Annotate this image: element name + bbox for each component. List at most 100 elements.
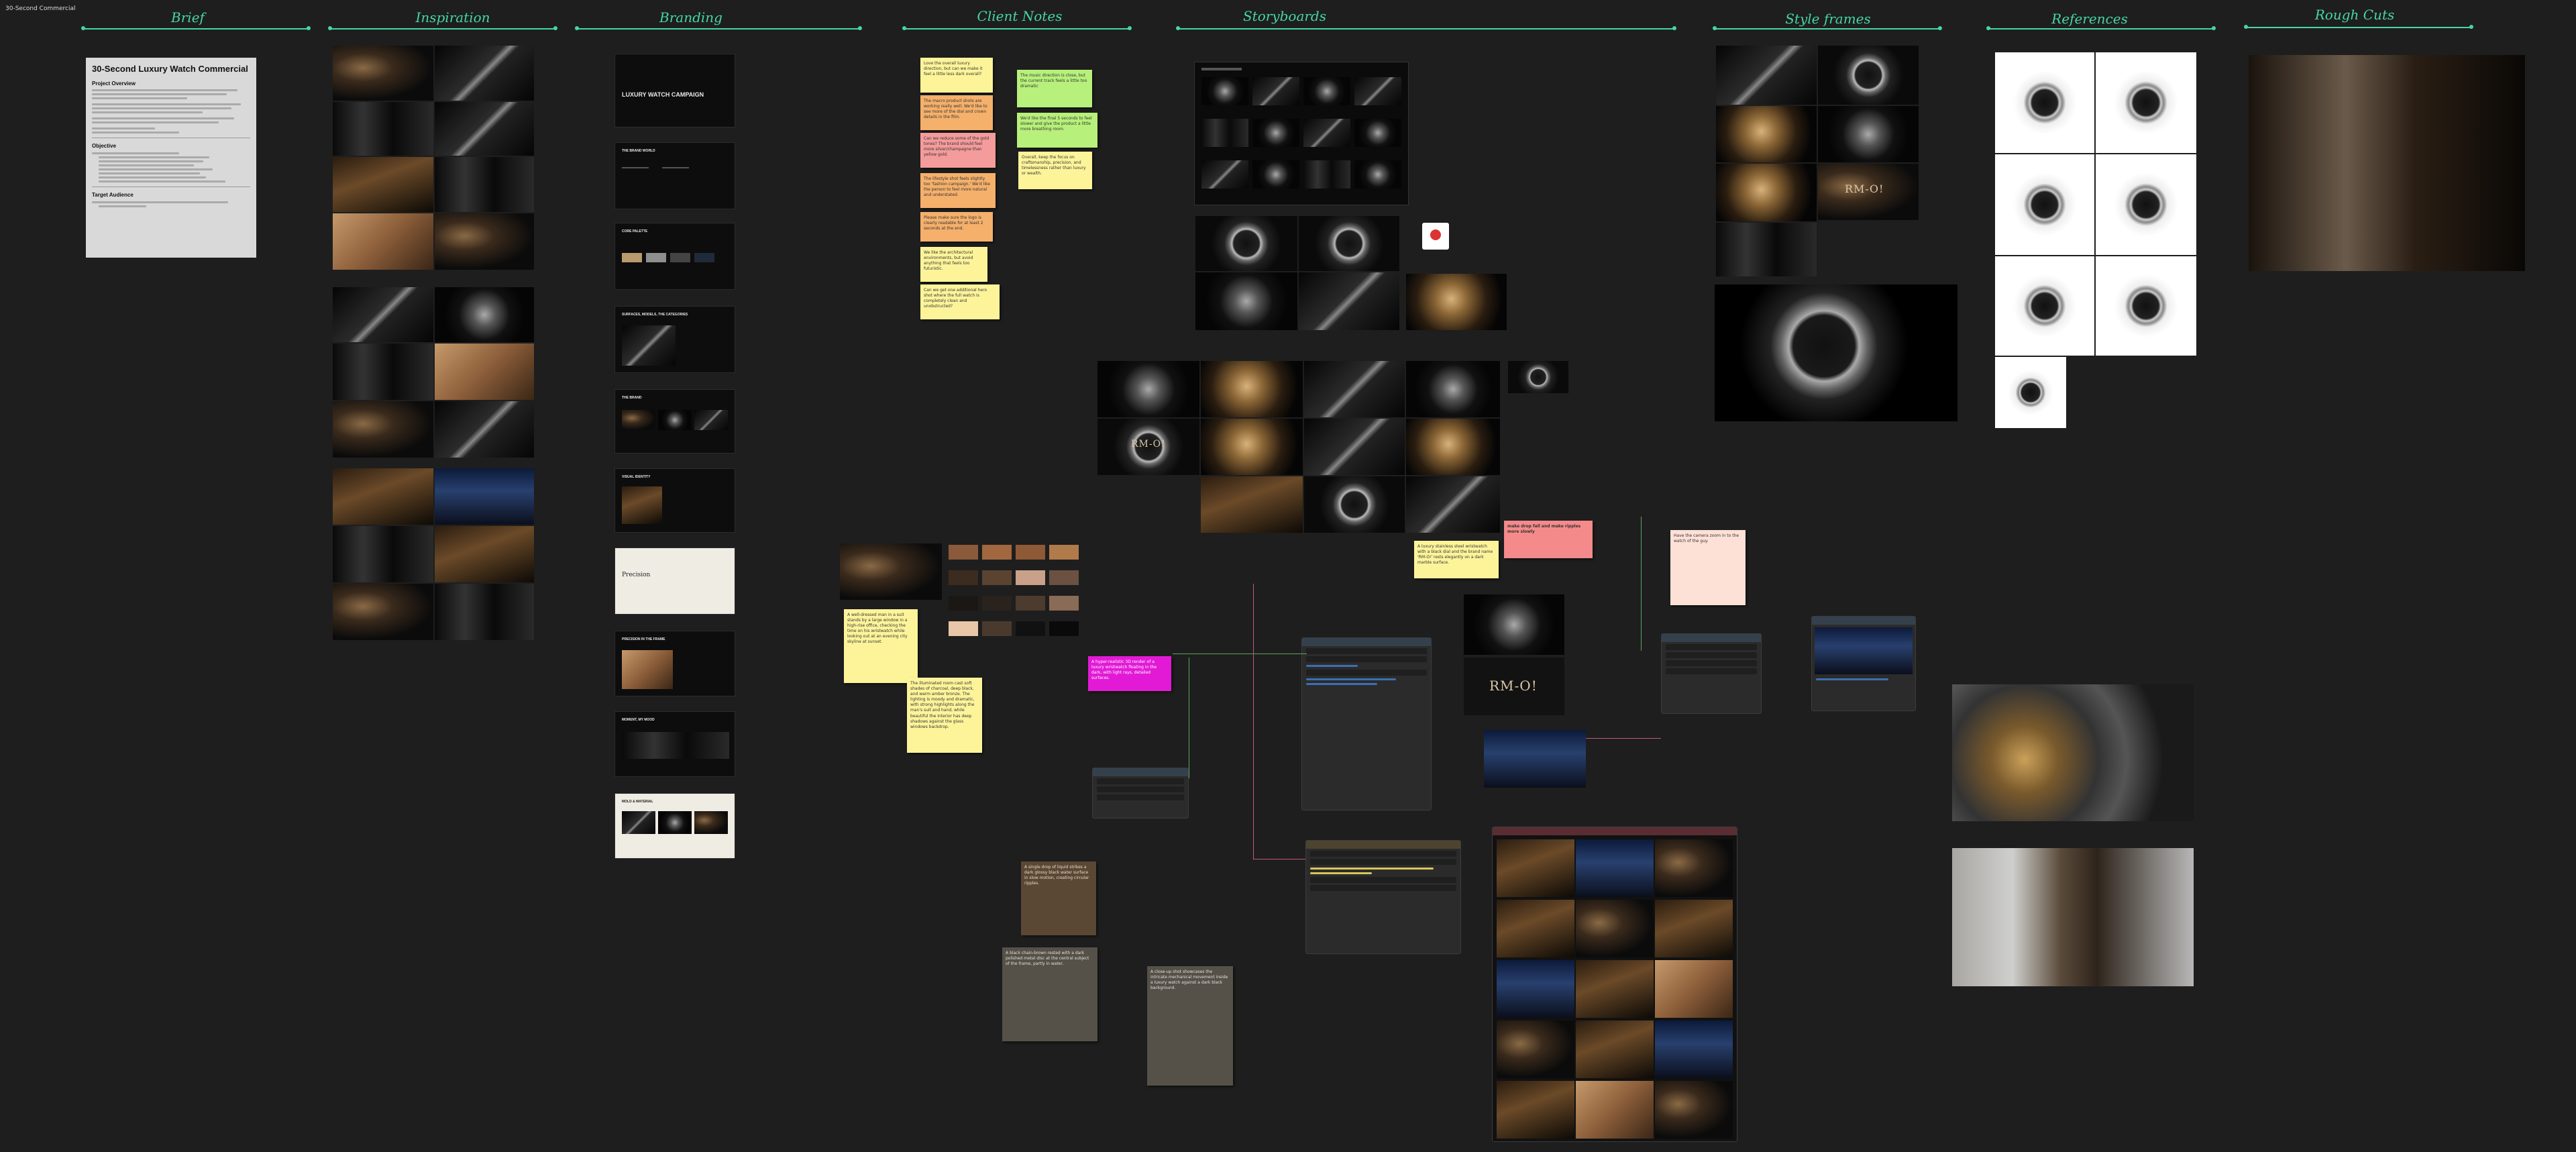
section-title-references[interactable]: References xyxy=(2039,11,2140,27)
inspiration-image[interactable] xyxy=(435,584,534,640)
inspiration-image[interactable] xyxy=(333,468,433,525)
client-note[interactable]: The macro product shots are working real… xyxy=(920,95,993,130)
reference-image[interactable] xyxy=(1995,154,2094,255)
client-note[interactable]: Love the overall luxury direction, but c… xyxy=(920,58,993,93)
section-title-storyboards[interactable]: Storyboards xyxy=(1231,8,1338,24)
storyboard-frame[interactable] xyxy=(1406,274,1507,330)
branding-slide[interactable]: SURFACES, MODELS, THE CATEGORIES xyxy=(614,306,735,373)
client-note[interactable]: We'd like the final 5 seconds to feel sl… xyxy=(1017,113,1097,148)
inspiration-image[interactable] xyxy=(435,157,534,212)
inspiration-image[interactable] xyxy=(333,344,433,400)
storyboard-frame[interactable] xyxy=(1299,216,1399,271)
style-frame-image[interactable]: RM-O! xyxy=(1818,164,1919,220)
generated-frame[interactable] xyxy=(1097,361,1199,417)
generation-node-panel[interactable] xyxy=(1301,637,1432,810)
branding-slide[interactable]: MOMENT, MY MOOD xyxy=(614,711,735,777)
inspiration-image[interactable] xyxy=(435,344,534,400)
generated-frame[interactable] xyxy=(1406,476,1500,533)
swatch-reference-image[interactable] xyxy=(840,543,942,600)
mechanism-image[interactable] xyxy=(1464,594,1564,655)
prompt-note[interactable]: A close-up shot showcases the intricate … xyxy=(1147,966,1233,1086)
prompt-note[interactable]: make drop fall and make ripples more slo… xyxy=(1504,521,1593,558)
reference-image[interactable] xyxy=(2096,52,2196,153)
prompt-note[interactable]: Have the camera zoom in to the watch of … xyxy=(1670,530,1746,605)
reference-image[interactable] xyxy=(1995,256,2094,356)
section-title-branding[interactable]: Branding xyxy=(644,9,738,25)
video-generation-node[interactable] xyxy=(1305,840,1461,954)
inspiration-image[interactable] xyxy=(333,526,433,582)
prompt-note[interactable]: A well-dressed man in a suit stands by a… xyxy=(844,609,918,683)
storyboard-frame[interactable] xyxy=(1299,272,1399,330)
inspiration-image[interactable] xyxy=(435,287,534,342)
inspiration-image[interactable] xyxy=(435,102,534,156)
branding-slide[interactable]: THE BRAND xyxy=(614,389,735,454)
inspiration-image[interactable] xyxy=(333,157,433,212)
generated-frame[interactable] xyxy=(1406,361,1500,417)
rough-cut-video[interactable] xyxy=(1952,684,2194,821)
inspiration-image[interactable] xyxy=(435,526,534,582)
inspiration-image[interactable] xyxy=(333,584,433,640)
rough-cut-video[interactable] xyxy=(1952,848,2194,986)
generated-frame[interactable]: RM-O! xyxy=(1097,419,1199,475)
generated-frame[interactable] xyxy=(1304,476,1405,533)
inspiration-image[interactable] xyxy=(435,213,534,270)
generated-frame[interactable] xyxy=(1201,419,1303,475)
client-note[interactable]: Can we get one additional hero shot wher… xyxy=(920,284,1000,319)
prompt-note[interactable]: A single drop of liquid strikes a dark g… xyxy=(1021,861,1096,935)
client-note[interactable]: The music direction is close, but the cu… xyxy=(1017,70,1092,107)
inspiration-image[interactable] xyxy=(435,468,534,525)
branding-slide[interactable]: VISUAL IDENTITY xyxy=(614,468,735,533)
client-note[interactable]: We like the architectural environments, … xyxy=(920,247,987,282)
rough-cut-video[interactable] xyxy=(2249,55,2525,271)
style-frame-image[interactable] xyxy=(1716,106,1817,162)
client-note[interactable]: The lifestyle shot feels slightly too 'f… xyxy=(920,173,996,208)
image-badge-icon[interactable] xyxy=(1422,223,1449,250)
style-frame-hero[interactable] xyxy=(1715,284,1957,421)
branding-slide[interactable]: THE BRAND WORLD xyxy=(614,142,735,209)
storyboard-frame[interactable] xyxy=(1195,272,1297,330)
generated-frame[interactable] xyxy=(1406,419,1500,475)
storyboard-sheet[interactable] xyxy=(1194,62,1409,205)
client-note[interactable]: Overall, keep the focus on craftsmanship… xyxy=(1018,152,1092,189)
style-frame-image[interactable] xyxy=(1818,106,1919,162)
shot-settings-node[interactable] xyxy=(1661,633,1762,714)
reference-image[interactable] xyxy=(1995,52,2094,153)
inspiration-image[interactable] xyxy=(333,213,433,270)
prompt-note[interactable]: A black chain-brown rested with a dark p… xyxy=(1002,947,1097,1041)
style-frame-image[interactable] xyxy=(1716,164,1817,221)
prompt-note[interactable]: A luxury stainless steel wristwatch with… xyxy=(1414,541,1499,578)
prompt-note[interactable]: The illuminated room cast soft shades of… xyxy=(907,678,982,753)
logo-image[interactable]: RM-O! xyxy=(1464,658,1564,715)
client-note[interactable]: Please make sure the logo is clearly rea… xyxy=(920,212,993,242)
inspiration-image[interactable] xyxy=(333,401,433,458)
section-title-style-frames[interactable]: Style frames xyxy=(1771,11,1885,27)
branding-slide[interactable]: PRECISION IN THE FRAME xyxy=(614,631,735,696)
reference-image[interactable] xyxy=(2096,154,2196,255)
section-title-inspiration[interactable]: Inspiration xyxy=(402,9,503,25)
inspiration-image[interactable] xyxy=(333,102,433,156)
style-frame-image[interactable] xyxy=(1716,223,1817,276)
branding-slide[interactable]: MOLD & MATERIAL xyxy=(614,793,735,859)
style-frame-image[interactable] xyxy=(1716,46,1817,105)
inspiration-image[interactable] xyxy=(435,46,534,101)
reference-image[interactable] xyxy=(2096,256,2196,356)
style-frame-image[interactable] xyxy=(1818,46,1919,105)
lifestyle-storyboard-panel[interactable] xyxy=(1492,827,1737,1142)
reference-image[interactable] xyxy=(1995,357,2066,428)
brief-document[interactable]: 30-Second Luxury Watch Commercial Projec… xyxy=(86,58,256,258)
prompt-note[interactable]: A hyper-realistic 3D render of a luxury … xyxy=(1088,656,1171,691)
branding-slide[interactable]: LUXURY WATCH CAMPAIGN xyxy=(614,54,735,127)
lifestyle-image[interactable] xyxy=(1484,730,1586,788)
section-title-brief[interactable]: Brief xyxy=(148,9,228,25)
generated-frame[interactable] xyxy=(1304,361,1405,417)
generated-frame[interactable] xyxy=(1201,476,1303,533)
client-note[interactable]: Can we reduce some of the gold tones? Th… xyxy=(920,133,996,168)
storyboard-frame[interactable] xyxy=(1195,216,1297,271)
branding-slide[interactable]: CORE PALETTE xyxy=(614,223,735,290)
generated-frame[interactable] xyxy=(1508,361,1568,393)
branding-slide[interactable]: Precision xyxy=(614,547,735,615)
section-title-client-notes[interactable]: Client Notes xyxy=(966,8,1073,24)
section-title-rough-cuts[interactable]: Rough Cuts xyxy=(2301,7,2408,23)
inspiration-image[interactable] xyxy=(435,401,534,458)
inspiration-image[interactable] xyxy=(333,287,433,342)
